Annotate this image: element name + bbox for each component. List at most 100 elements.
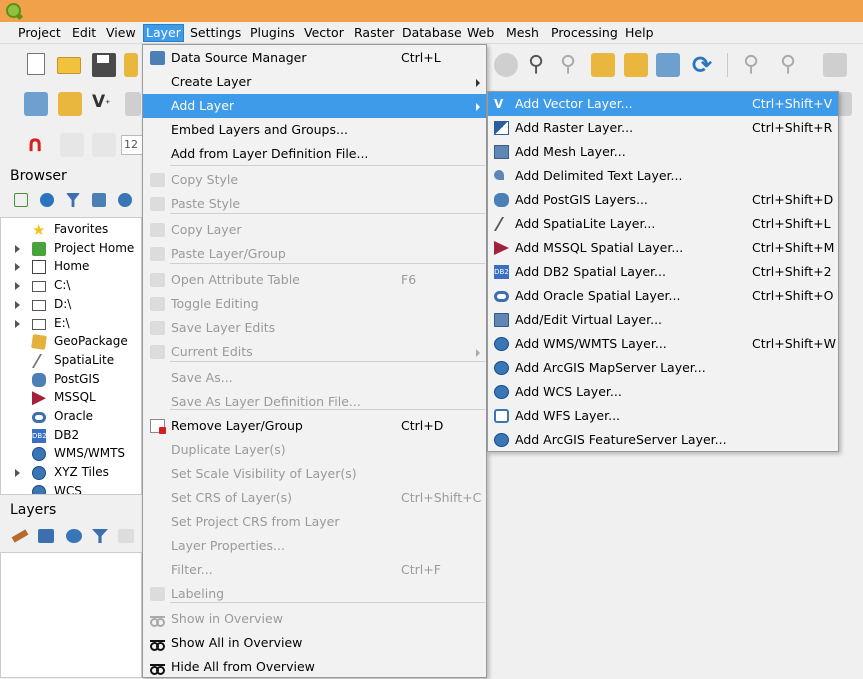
- select-by-value-icon[interactable]: ⚲: [776, 53, 800, 77]
- digitizing-icon[interactable]: [60, 133, 84, 157]
- browser-item[interactable]: Project Home: [1, 239, 141, 258]
- browser-item[interactable]: DB2 DB2: [1, 426, 141, 445]
- filter-legend-icon[interactable]: [92, 529, 108, 543]
- layer-menu-item[interactable]: Set Project CRS from Layer: [143, 510, 486, 534]
- new-spatialite-layer-icon[interactable]: [125, 92, 141, 116]
- scale-field[interactable]: 12: [121, 135, 143, 155]
- browser-item[interactable]: D:\: [1, 295, 141, 314]
- menu-vector[interactable]: Vector: [302, 25, 346, 43]
- layer-menu-item[interactable]: Current Edits: [143, 340, 486, 364]
- expand-arrow-icon[interactable]: [15, 319, 20, 328]
- zoom-last-icon[interactable]: ⚲: [556, 53, 580, 77]
- open-project-icon[interactable]: [57, 57, 81, 74]
- add-layer-submenu-item[interactable]: Add Delimited Text Layer...: [488, 164, 838, 188]
- add-layer-submenu-item[interactable]: Add WMS/WMTS Layer... Ctrl+Shift+W: [488, 332, 838, 356]
- browser-item[interactable]: Oracle: [1, 407, 141, 426]
- layer-menu-item[interactable]: Add Layer: [143, 94, 486, 118]
- layer-menu-item[interactable]: Paste Layer/Group: [143, 242, 486, 266]
- expand-arrow-icon[interactable]: [15, 282, 20, 291]
- new-shapefile-layer-icon[interactable]: V⁺: [92, 92, 116, 116]
- new-geopackage-layer-icon[interactable]: [58, 92, 82, 116]
- browser-item[interactable]: XYZ Tiles: [1, 463, 141, 482]
- layer-menu-item[interactable]: Duplicate Layer(s): [143, 438, 486, 462]
- layer-menu-item[interactable]: Show All in Overview: [143, 631, 486, 655]
- spatial-bookmarks-icon[interactable]: [656, 53, 680, 77]
- open-data-source-manager-icon[interactable]: [24, 92, 48, 116]
- refresh-icon[interactable]: ⟳: [690, 53, 714, 77]
- browser-item[interactable]: E:\: [1, 314, 141, 333]
- layer-menu-item[interactable]: Copy Style: [143, 168, 486, 192]
- menu-settings[interactable]: Settings: [188, 25, 243, 43]
- layer-menu-item[interactable]: Set Scale Visibility of Layer(s): [143, 462, 486, 486]
- refresh-browser-icon[interactable]: [40, 193, 54, 207]
- layer-menu-item[interactable]: Add from Layer Definition File...: [143, 142, 486, 166]
- layer-menu-item[interactable]: Save Layer Edits: [143, 316, 486, 340]
- add-layer-submenu-item[interactable]: Add WFS Layer...: [488, 404, 838, 428]
- expand-arrow-icon[interactable]: [15, 469, 20, 478]
- menu-web[interactable]: Web: [465, 25, 496, 43]
- browser-item[interactable]: PostGIS: [1, 370, 141, 389]
- new-project-icon[interactable]: [27, 53, 45, 75]
- browser-item[interactable]: MSSQL: [1, 388, 141, 407]
- layer-menu-item[interactable]: Toggle Editing: [143, 292, 486, 316]
- add-layer-submenu-item[interactable]: Add PostGIS Layers... Ctrl+Shift+D: [488, 188, 838, 212]
- layer-menu-item[interactable]: Show in Overview: [143, 607, 486, 631]
- manage-map-themes-icon[interactable]: [66, 529, 82, 543]
- layer-menu-item[interactable]: Save As...: [143, 366, 486, 390]
- layer-menu-item[interactable]: Embed Layers and Groups...: [143, 118, 486, 142]
- add-layer-submenu-item[interactable]: Add Oracle Spatial Layer... Ctrl+Shift+O: [488, 284, 838, 308]
- menu-layer[interactable]: Layer: [143, 24, 184, 42]
- filter-by-expression-icon[interactable]: [118, 529, 134, 543]
- menu-plugins[interactable]: Plugins: [248, 25, 297, 43]
- browser-item[interactable]: Home: [1, 257, 141, 276]
- add-layer-submenu-item[interactable]: DB2 Add DB2 Spatial Layer... Ctrl+Shift+2: [488, 260, 838, 284]
- properties-info-icon[interactable]: [118, 193, 132, 207]
- menu-mesh[interactable]: Mesh: [504, 25, 541, 43]
- layer-menu-item[interactable]: Paste Style: [143, 192, 486, 216]
- menu-raster[interactable]: Raster: [352, 25, 396, 43]
- select-features-icon[interactable]: ⚲: [739, 53, 763, 77]
- layer-menu-item[interactable]: Labeling: [143, 582, 486, 606]
- menu-database[interactable]: Database: [400, 25, 464, 43]
- snapping-magnet-icon[interactable]: ∩: [23, 133, 47, 157]
- add-selected-layers-icon[interactable]: [14, 193, 28, 207]
- add-layer-submenu-item[interactable]: Add Mesh Layer...: [488, 140, 838, 164]
- layer-menu-item[interactable]: Save As Layer Definition File...: [143, 390, 486, 414]
- add-layer-submenu-item[interactable]: V Add Vector Layer... Ctrl+Shift+V: [488, 92, 838, 116]
- expand-arrow-icon[interactable]: [15, 300, 20, 309]
- browser-item[interactable]: WMS/WMTS: [1, 444, 141, 463]
- menu-edit[interactable]: Edit: [70, 25, 98, 43]
- layer-menu-item[interactable]: Layer Properties...: [143, 534, 486, 558]
- layer-menu-item[interactable]: Data Source Manager Ctrl+L: [143, 46, 486, 70]
- expand-arrow-icon[interactable]: [15, 263, 20, 272]
- menu-help[interactable]: Help: [623, 25, 656, 43]
- new-bookmark-icon[interactable]: [591, 53, 615, 77]
- add-layer-submenu-item[interactable]: Add ArcGIS FeatureServer Layer...: [488, 428, 838, 452]
- add-layer-submenu-item[interactable]: Add WCS Layer...: [488, 380, 838, 404]
- save-project-icon[interactable]: [92, 53, 116, 77]
- browser-item[interactable]: ★ Favorites: [1, 220, 141, 239]
- layer-menu-item[interactable]: Set CRS of Layer(s) Ctrl+Shift+C: [143, 486, 486, 510]
- vertex-tool-icon[interactable]: [92, 133, 116, 157]
- add-layer-submenu-item[interactable]: Add ArcGIS MapServer Layer...: [488, 356, 838, 380]
- layer-menu-item[interactable]: Hide All from Overview: [143, 655, 486, 679]
- browser-item[interactable]: C:\: [1, 276, 141, 295]
- new-print-layout-icon[interactable]: [124, 53, 138, 77]
- zoom-native-icon[interactable]: [494, 53, 518, 77]
- style-manager-icon[interactable]: [11, 529, 29, 543]
- browser-item[interactable]: GeoPackage: [1, 332, 141, 351]
- browser-item[interactable]: WCS: [1, 482, 141, 494]
- browser-item[interactable]: SpatiaLite: [1, 351, 141, 370]
- show-bookmarks-icon[interactable]: [624, 53, 648, 77]
- add-layer-submenu-item[interactable]: Add/Edit Virtual Layer...: [488, 308, 838, 332]
- menu-project[interactable]: Project: [16, 25, 63, 43]
- add-layer-submenu-item[interactable]: Add MSSQL Spatial Layer... Ctrl+Shift+M: [488, 236, 838, 260]
- layer-menu-item[interactable]: Copy Layer: [143, 218, 486, 242]
- layer-menu-item[interactable]: Filter... Ctrl+F: [143, 558, 486, 582]
- add-layer-submenu-item[interactable]: Add Raster Layer... Ctrl+Shift+R: [488, 116, 838, 140]
- collapse-all-icon[interactable]: [92, 193, 106, 207]
- layer-menu-item[interactable]: Remove Layer/Group Ctrl+D: [143, 414, 486, 438]
- filter-browser-icon[interactable]: [66, 193, 80, 207]
- deselect-features-icon[interactable]: [823, 53, 847, 77]
- menu-view[interactable]: View: [104, 25, 138, 43]
